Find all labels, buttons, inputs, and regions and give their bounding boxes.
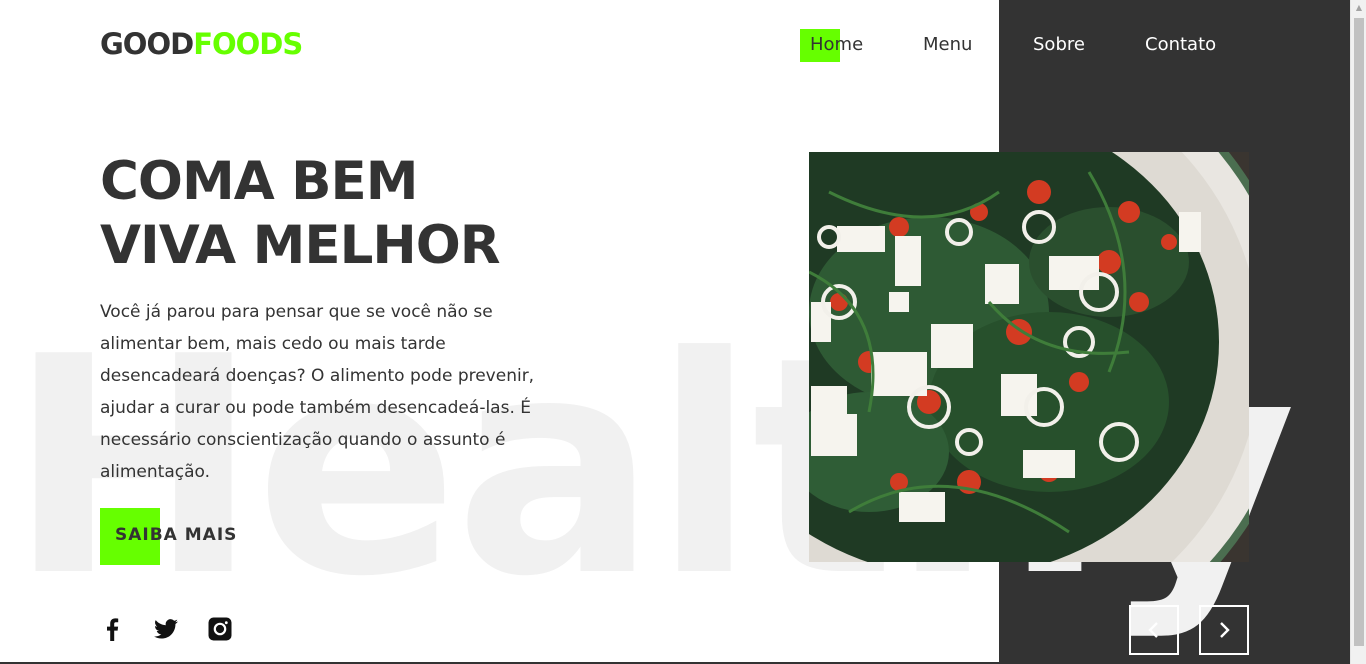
hero-description: Você já parou para pensar que se você nã… bbox=[100, 302, 535, 482]
nav-link-contato[interactable]: Contato bbox=[1145, 34, 1216, 55]
logo-part-foods: FOODS bbox=[193, 27, 303, 61]
logo-part-good: GOOD bbox=[100, 27, 194, 61]
saiba-mais-button[interactable]: SAIBA MAIS bbox=[115, 525, 237, 545]
nav-link-home[interactable]: Home bbox=[810, 34, 863, 55]
nav-link-menu[interactable]: Menu bbox=[923, 34, 972, 55]
scrollbar-thumb[interactable] bbox=[1354, 18, 1364, 646]
slider-prev-button[interactable] bbox=[1129, 605, 1179, 655]
scroll-up-arrow-icon[interactable]: ▲ bbox=[1351, 0, 1366, 16]
chevron-right-icon bbox=[1220, 622, 1230, 638]
headline-line-2: VIVA MELHOR bbox=[100, 215, 501, 276]
twitter-icon[interactable] bbox=[153, 616, 179, 642]
chevron-left-icon bbox=[1148, 622, 1158, 638]
instagram-icon[interactable] bbox=[207, 616, 233, 642]
logo[interactable]: GOODFOODS bbox=[100, 27, 303, 61]
salad-photo bbox=[809, 152, 1249, 562]
hero-headline: COMA BEM VIVA MELHOR bbox=[100, 150, 501, 278]
facebook-icon[interactable] bbox=[100, 616, 126, 642]
headline-line-1: COMA BEM bbox=[100, 151, 419, 212]
slider-next-button[interactable] bbox=[1199, 605, 1249, 655]
vertical-scrollbar[interactable]: ▲ bbox=[1350, 0, 1366, 664]
nav-link-sobre[interactable]: Sobre bbox=[1033, 34, 1085, 55]
